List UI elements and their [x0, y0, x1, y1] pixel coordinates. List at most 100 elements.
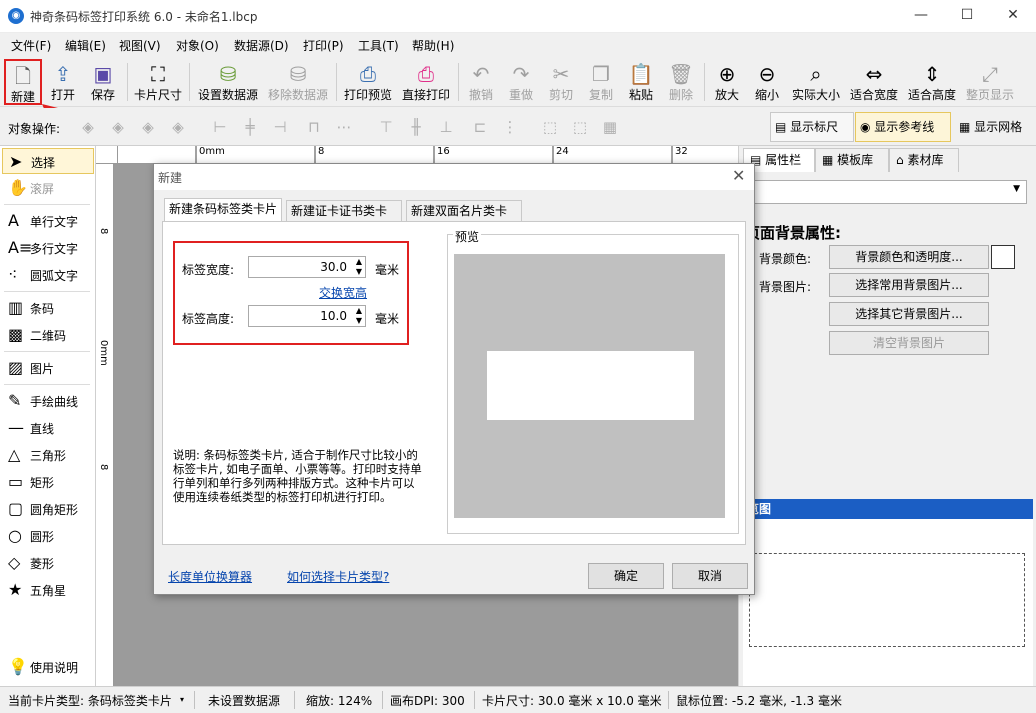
align-middle-icon[interactable]: ╫: [406, 118, 426, 136]
tool-circle[interactable]: ○ 圆形: [2, 523, 94, 549]
align-center-icon[interactable]: ╪: [240, 118, 260, 136]
new-button[interactable]: 🗋 新建: [4, 59, 42, 105]
ok-button[interactable]: 确定: [588, 563, 664, 589]
fit-width-button[interactable]: ⇔ 适合宽度: [848, 59, 900, 105]
maximize-button[interactable]: ☐: [944, 0, 990, 33]
bg-color-button[interactable]: 背景颜色和透明度...: [829, 245, 989, 269]
undo-icon: ↶: [472, 62, 490, 86]
copy-button[interactable]: ❐ 复制: [584, 59, 618, 105]
height-stepper[interactable]: 10.0 ▲ ▼: [248, 305, 366, 327]
tool-arc-text[interactable]: ⁖ 圆弧文字: [2, 262, 94, 288]
zoom-in-button[interactable]: ⊕ 放大: [710, 59, 744, 105]
image-icon: ▨: [8, 358, 24, 377]
ruler-label: 0mm: [98, 340, 109, 366]
tab-barcode-label-card[interactable]: 新建条码标签类卡片: [164, 198, 282, 222]
unit-converter-link[interactable]: 长度单位换算器: [168, 568, 252, 585]
tool-diamond[interactable]: ◇ 菱形: [2, 550, 94, 576]
tool-multi-text[interactable]: A≡多行文字: [2, 235, 94, 261]
layer-up-icon[interactable]: ◈: [108, 118, 128, 136]
align-bottom-icon[interactable]: ⊥: [436, 118, 456, 136]
align-right-icon[interactable]: ⊣: [270, 118, 290, 136]
tool-line[interactable]: — 直线: [2, 415, 94, 441]
bg-common-image-button[interactable]: 选择常用背景图片...: [829, 273, 989, 297]
ruler-icon: ▤: [775, 120, 791, 134]
tool-rect[interactable]: ▭ 矩形: [2, 469, 94, 495]
tool-barcode[interactable]: ▥ 条码: [2, 295, 94, 321]
align-top-icon[interactable]: ⊤: [376, 118, 396, 136]
bg-other-image-button[interactable]: 选择其它背景图片...: [829, 302, 989, 326]
card-size-button[interactable]: ⛶ 卡片尺寸: [132, 59, 184, 105]
menu-datasource[interactable]: 数据源(D): [234, 37, 289, 54]
tool-qrcode[interactable]: ▩ 二维码: [2, 322, 94, 348]
distribute-v-icon[interactable]: ⊏: [470, 118, 490, 136]
ungroup-icon[interactable]: ⬚: [570, 118, 590, 136]
dialog-close-icon[interactable]: ✕: [732, 166, 745, 185]
clear-bg-image-button[interactable]: 清空背景图片: [829, 331, 989, 355]
menu-help[interactable]: 帮助(H): [412, 37, 454, 54]
distribute-h-icon[interactable]: ⊓: [304, 118, 324, 136]
spin-arrows-icon[interactable]: ▲ ▼: [356, 257, 362, 277]
cancel-button[interactable]: 取消: [672, 563, 748, 589]
width-label: 标签宽度:: [182, 263, 235, 277]
menu-view[interactable]: 视图(V): [119, 37, 161, 54]
group-icon[interactable]: ⬚: [540, 118, 560, 136]
show-guides-toggle[interactable]: ◉ 显示参考线: [855, 112, 951, 142]
layer-down-icon[interactable]: ◈: [138, 118, 158, 136]
save-button[interactable]: ▣ 保存: [86, 59, 120, 105]
open-button[interactable]: ⇪ 打开: [46, 59, 80, 105]
width-value[interactable]: 30.0: [320, 260, 347, 274]
height-value[interactable]: 10.0: [320, 309, 347, 323]
print-preview-button[interactable]: ⎙ 打印预览: [342, 59, 394, 105]
fit-height-button[interactable]: ⇕ 适合高度: [906, 59, 958, 105]
lock-icon[interactable]: ▦: [600, 118, 620, 136]
layer-top-icon[interactable]: ◈: [78, 118, 98, 136]
chevron-down-icon[interactable]: ▾: [180, 695, 184, 704]
menu-object[interactable]: 对象(O): [176, 37, 219, 54]
direct-print-button[interactable]: ⎙ 直接打印: [400, 59, 452, 105]
show-ruler-toggle[interactable]: ▤ 显示标尺: [770, 112, 854, 142]
tool-single-text[interactable]: A 单行文字: [2, 208, 94, 234]
set-datasource-button[interactable]: ⛁ 设置数据源: [196, 59, 260, 105]
tool-scroll[interactable]: ✋ 滚屏: [2, 175, 94, 201]
redo-button[interactable]: ↷ 重做: [504, 59, 538, 105]
close-window-button[interactable]: ✕: [990, 0, 1036, 33]
menu-print[interactable]: 打印(P): [303, 37, 344, 54]
full-page-button[interactable]: ⤢ 整页显示: [964, 59, 1016, 105]
how-to-choose-link[interactable]: 如何选择卡片类型?: [287, 568, 389, 585]
tool-freehand[interactable]: ✎ 手绘曲线: [2, 388, 94, 414]
tool-triangle[interactable]: △ 三角形: [2, 442, 94, 468]
object-selector[interactable]: ▼: [743, 180, 1027, 204]
swap-size-link[interactable]: 交换宽高: [319, 284, 367, 301]
actual-size-button[interactable]: ⌕ 实际大小: [790, 59, 842, 105]
paste-button[interactable]: 📋 粘贴: [624, 59, 658, 105]
spacing-h-icon[interactable]: ⋯: [334, 118, 354, 136]
tool-help[interactable]: 💡 使用说明: [2, 654, 94, 680]
delete-button[interactable]: 🗑 删除: [664, 59, 698, 105]
bg-color-swatch[interactable]: [991, 245, 1015, 269]
tab-certificate-card[interactable]: 新建证卡证书类卡片: [286, 200, 402, 238]
tool-select[interactable]: ➤ 选择: [2, 148, 94, 174]
menu-edit[interactable]: 编辑(E): [65, 37, 106, 54]
undo-button[interactable]: ↶ 撤销: [464, 59, 498, 105]
tool-round-rect[interactable]: ▢ 圆角矩形: [2, 496, 94, 522]
minimize-button[interactable]: —: [898, 0, 944, 33]
spin-arrows-icon[interactable]: ▲ ▼: [356, 306, 362, 326]
ruler-label: 24: [556, 146, 569, 157]
show-grid-toggle[interactable]: ▦ 显示网格: [954, 112, 1034, 142]
database-icon: ⛁: [219, 62, 237, 86]
remove-datasource-button[interactable]: ⛁ 移除数据源: [266, 59, 330, 105]
menu-tools[interactable]: 工具(T): [358, 37, 399, 54]
width-stepper[interactable]: 30.0 ▲ ▼: [248, 256, 366, 278]
cut-button[interactable]: ✂ 剪切: [544, 59, 578, 105]
tab-materials[interactable]: ⌂ 素材库: [889, 148, 959, 172]
tab-business-card[interactable]: 新建双面名片类卡片: [406, 200, 522, 238]
layer-bottom-icon[interactable]: ◈: [168, 118, 188, 136]
tool-star[interactable]: ★ 五角星: [2, 577, 94, 603]
eye-icon: ◉: [860, 120, 875, 134]
tool-image[interactable]: ▨ 图片: [2, 355, 94, 381]
spacing-v-icon[interactable]: ⋮: [500, 118, 520, 136]
menu-file[interactable]: 文件(F): [11, 37, 51, 54]
zoom-out-button[interactable]: ⊖ 缩小: [750, 59, 784, 105]
align-left-icon[interactable]: ⊢: [210, 118, 230, 136]
tab-templates[interactable]: ▦ 模板库: [815, 148, 889, 172]
